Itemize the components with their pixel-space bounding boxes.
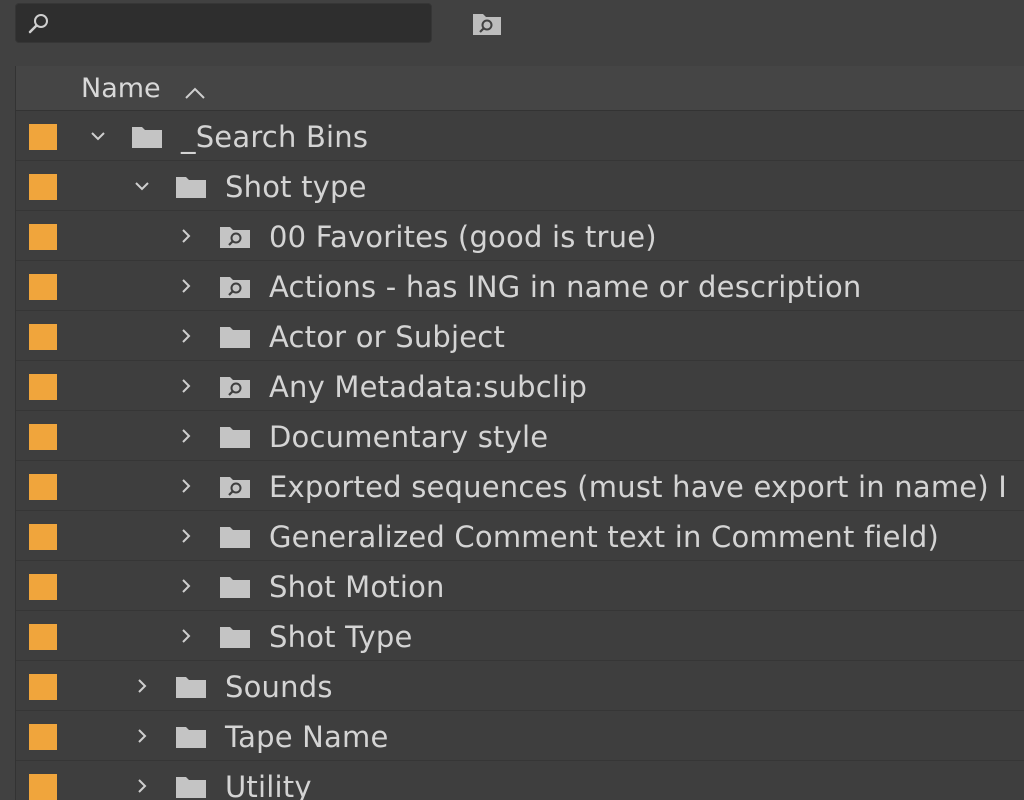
chevron-down-icon[interactable] [88,126,108,146]
label-color-swatch[interactable] [29,424,57,450]
bin-row[interactable]: Tape Name [16,711,1024,761]
label-color-swatch[interactable] [29,624,57,650]
bin-name: Shot Type [269,620,413,654]
search-bin-icon [219,275,251,299]
project-panel: Name _Search Bins Shot type 00 Favorites (… [15,66,1024,800]
bin-name: Exported sequences (must have export in … [269,470,1008,504]
label-color-swatch[interactable] [29,524,57,550]
chevron-right-icon[interactable] [176,376,196,396]
folder-icon [175,775,207,799]
project-toolbar [0,0,1024,55]
folder-icon [219,325,251,349]
new-search-bin-icon[interactable] [470,8,504,38]
bin-name: Any Metadata:subclip [269,370,588,404]
label-color-swatch[interactable] [29,574,57,600]
bin-name: Shot Motion [269,570,445,604]
bin-row[interactable]: Shot Type [16,611,1024,661]
bin-name: Shot type [225,170,367,204]
search-bin-icon [219,375,251,399]
bin-row[interactable]: Shot Motion [16,561,1024,611]
bin-row[interactable]: Any Metadata:subclip [16,361,1024,411]
bin-name: Actions - has ING in name or description [269,270,862,304]
bin-name: Utility [225,770,312,800]
folder-icon [219,525,251,549]
search-icon [28,14,48,34]
bin-row[interactable]: Shot type [16,161,1024,211]
name-column-header[interactable]: Name [81,73,161,104]
label-color-swatch[interactable] [29,224,57,250]
bin-row[interactable]: Generalized Comment text in Comment fiel… [16,511,1024,561]
search-bin-icon [219,475,251,499]
bin-name: Actor or Subject [269,320,506,354]
label-color-swatch[interactable] [29,174,57,200]
bin-row[interactable]: Sounds [16,661,1024,711]
bin-name: _Search Bins [181,120,369,154]
folder-icon [175,175,207,199]
label-color-swatch[interactable] [29,324,57,350]
chevron-right-icon[interactable] [132,776,152,796]
label-color-swatch[interactable] [29,474,57,500]
list-header: Name [16,66,1024,111]
chevron-right-icon[interactable] [176,626,196,646]
bin-name: Tape Name [225,720,389,754]
bin-row[interactable]: 00 Favorites (good is true) [16,211,1024,261]
folder-icon [219,425,251,449]
chevron-down-icon[interactable] [132,176,152,196]
folder-icon [131,125,163,149]
bin-name: Documentary style [269,420,549,454]
bin-row[interactable]: Actor or Subject [16,311,1024,361]
label-color-swatch[interactable] [29,374,57,400]
chevron-right-icon[interactable] [176,326,196,346]
chevron-right-icon[interactable] [176,426,196,446]
chevron-right-icon[interactable] [176,476,196,496]
label-color-swatch[interactable] [29,724,57,750]
chevron-right-icon[interactable] [176,276,196,296]
folder-icon [219,625,251,649]
folder-icon [175,675,207,699]
bin-row[interactable]: _Search Bins [16,111,1024,161]
label-color-swatch[interactable] [29,274,57,300]
bin-name: 00 Favorites (good is true) [269,220,657,254]
chevron-right-icon[interactable] [132,676,152,696]
sort-ascending-icon[interactable] [184,86,206,100]
bin-row[interactable]: Exported sequences (must have export in … [16,461,1024,511]
label-color-swatch[interactable] [29,674,57,700]
search-input[interactable] [60,8,424,40]
label-color-swatch[interactable] [29,124,57,150]
bin-row[interactable]: Documentary style [16,411,1024,461]
bin-name: Generalized Comment text in Comment fiel… [269,520,940,554]
chevron-right-icon[interactable] [176,576,196,596]
chevron-right-icon[interactable] [176,526,196,546]
search-box[interactable] [15,3,432,43]
search-bin-icon [219,225,251,249]
label-color-swatch[interactable] [29,774,57,800]
folder-icon [219,575,251,599]
folder-icon [175,725,207,749]
bin-row[interactable]: Utility [16,761,1024,800]
bin-row[interactable]: Actions - has ING in name or description [16,261,1024,311]
bin-tree: _Search Bins Shot type 00 Favorites (good … [16,111,1024,800]
chevron-right-icon[interactable] [132,726,152,746]
bin-name: Sounds [225,670,333,704]
chevron-right-icon[interactable] [176,226,196,246]
